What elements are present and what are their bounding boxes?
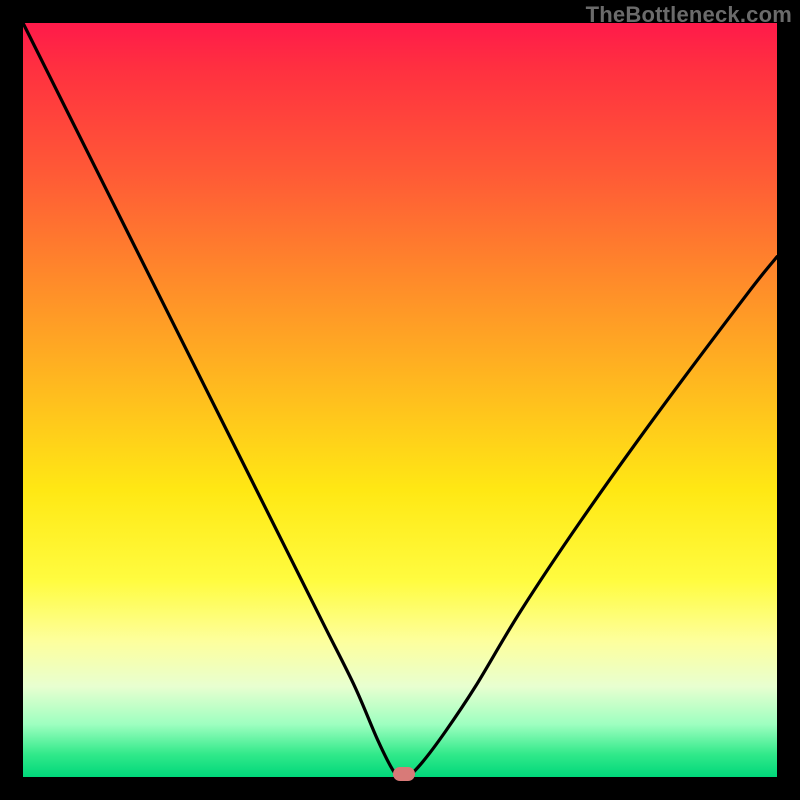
plot-area [23, 23, 777, 777]
bottleneck-curve [23, 23, 777, 777]
optimum-marker [393, 767, 415, 781]
chart-frame: TheBottleneck.com [0, 0, 800, 800]
watermark-text: TheBottleneck.com [586, 2, 792, 28]
